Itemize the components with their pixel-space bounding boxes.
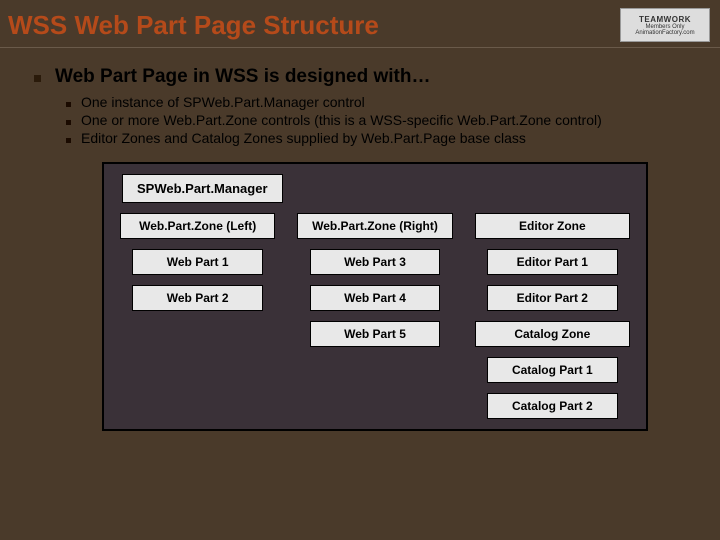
bullet-icon: [66, 102, 71, 107]
bullet-icon: [34, 75, 41, 82]
zone-column-right: Web.Part.Zone (Right) Web Part 3 Web Par…: [297, 213, 452, 419]
logo-sub: Members Only AnimationFactory.com: [621, 24, 709, 36]
zone-column-left: Web.Part.Zone (Left) Web Part 1 Web Part…: [120, 213, 275, 419]
manager-box: SPWeb.Part.Manager: [122, 174, 283, 203]
main-bullet-row: Web Part Page in WSS is designed with…: [34, 66, 686, 88]
editor-part-box: Editor Part 1: [487, 249, 617, 275]
slide-title: WSS Web Part Page Structure: [0, 0, 720, 48]
sub-bullet-text: Editor Zones and Catalog Zones supplied …: [81, 130, 526, 146]
bullet-icon: [66, 138, 71, 143]
catalog-part-box: Catalog Part 2: [487, 393, 617, 419]
zone-header: Editor Zone: [475, 213, 630, 239]
logo-brand: TEAMWORK: [639, 15, 691, 24]
web-part-box: Web Part 3: [310, 249, 440, 275]
sub-bullet-row: One or more Web.Part.Zone controls (this…: [66, 112, 686, 128]
zone-column-editor-catalog: Editor Zone Editor Part 1 Editor Part 2 …: [475, 213, 630, 419]
editor-part-box: Editor Part 2: [487, 285, 617, 311]
diagram-container: SPWeb.Part.Manager Web.Part.Zone (Left) …: [102, 162, 648, 431]
sub-bullet-text: One or more Web.Part.Zone controls (this…: [81, 112, 602, 128]
sub-bullet-text: One instance of SPWeb.Part.Manager contr…: [81, 94, 365, 110]
zone-header: Web.Part.Zone (Right): [297, 213, 452, 239]
zone-header: Catalog Zone: [475, 321, 630, 347]
web-part-box: Web Part 4: [310, 285, 440, 311]
sub-bullet-row: One instance of SPWeb.Part.Manager contr…: [66, 94, 686, 110]
content-area: Web Part Page in WSS is designed with… O…: [0, 48, 720, 431]
logo-badge: TEAMWORK Members Only AnimationFactory.c…: [620, 8, 710, 42]
catalog-part-box: Catalog Part 1: [487, 357, 617, 383]
sub-bullet-list: One instance of SPWeb.Part.Manager contr…: [34, 94, 686, 146]
web-part-box: Web Part 2: [132, 285, 262, 311]
web-part-box: Web Part 1: [132, 249, 262, 275]
main-bullet-text: Web Part Page in WSS is designed with…: [55, 66, 431, 88]
diagram-columns: Web.Part.Zone (Left) Web Part 1 Web Part…: [116, 213, 634, 419]
sub-bullet-row: Editor Zones and Catalog Zones supplied …: [66, 130, 686, 146]
web-part-box: Web Part 5: [310, 321, 440, 347]
bullet-icon: [66, 120, 71, 125]
zone-header: Web.Part.Zone (Left): [120, 213, 275, 239]
